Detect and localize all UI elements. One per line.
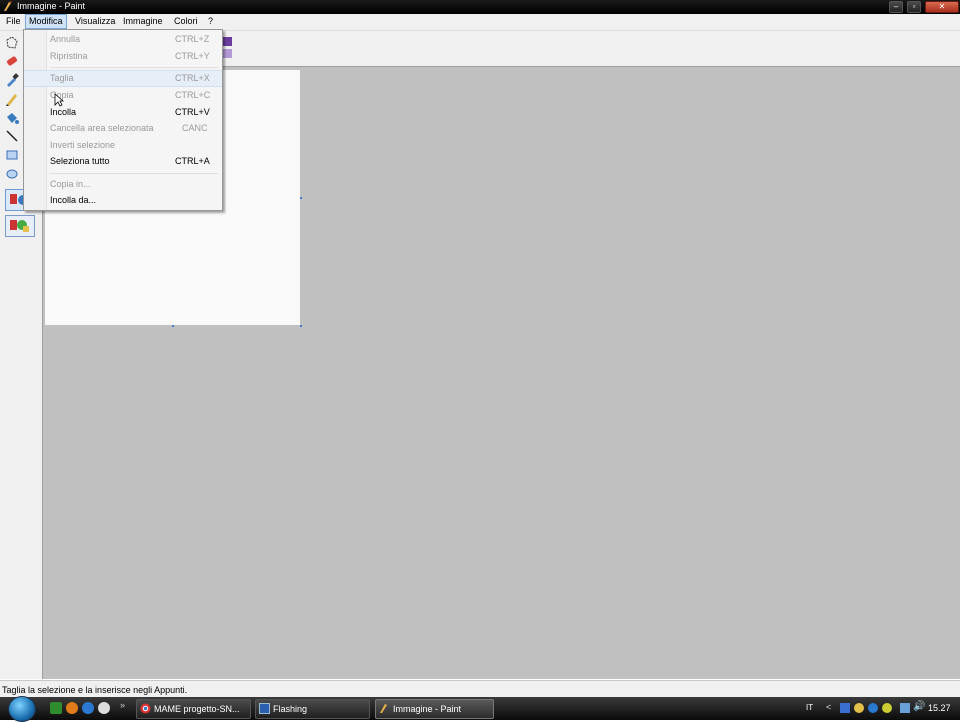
quicklaunch-firefox-icon[interactable] bbox=[66, 702, 78, 714]
paint-app-icon bbox=[4, 1, 12, 11]
window-icon bbox=[259, 703, 270, 714]
shapes-transparent-icon bbox=[10, 220, 29, 232]
menu-modifica[interactable]: Modifica bbox=[25, 14, 67, 29]
volume-icon[interactable]: 🔊 bbox=[913, 701, 925, 712]
menu-file[interactable]: File bbox=[3, 15, 24, 28]
status-text: Taglia la selezione e la inserisce negli… bbox=[2, 685, 188, 695]
menu-item-shortcut: CTRL+V bbox=[175, 107, 210, 117]
palette-color-lavender[interactable] bbox=[222, 49, 232, 58]
taskbar-item-flashing[interactable]: Flashing bbox=[255, 699, 370, 719]
mouse-cursor-icon bbox=[54, 93, 64, 107]
menu-item-seleziona-tutto[interactable]: Seleziona tutto CTRL+A bbox=[24, 154, 222, 169]
menu-item-label: Seleziona tutto bbox=[50, 156, 110, 166]
quicklaunch-ie-icon[interactable] bbox=[82, 702, 94, 714]
taskbar-item-label: MAME progetto-SN... bbox=[154, 704, 240, 714]
title-bar: Immagine - Paint – ▫ ✕ bbox=[0, 0, 960, 14]
color-palette bbox=[222, 31, 960, 67]
menu-item-incolla[interactable]: Incolla CTRL+V bbox=[24, 105, 222, 120]
free-select-icon[interactable] bbox=[4, 35, 20, 51]
language-indicator[interactable]: IT bbox=[806, 703, 813, 712]
menu-item-incolla-da[interactable]: Incolla da... bbox=[24, 193, 222, 208]
palette-color-purple[interactable] bbox=[222, 37, 232, 46]
quicklaunch-more-icon[interactable]: » bbox=[120, 700, 125, 710]
taskbar: » MAME progetto-SN... Flashing Immagine … bbox=[0, 696, 960, 722]
tray-connection-icon[interactable] bbox=[900, 703, 910, 713]
tray-network-icon[interactable] bbox=[868, 703, 878, 713]
tray-update-icon[interactable] bbox=[854, 703, 864, 713]
taskbar-item-paint[interactable]: Immagine - Paint bbox=[375, 699, 494, 719]
menu-item-shortcut: CTRL+Y bbox=[175, 51, 210, 61]
menu-item-label: Taglia bbox=[50, 73, 74, 83]
tray-antivirus-icon[interactable] bbox=[882, 703, 892, 713]
maximize-button[interactable]: ▫ bbox=[907, 1, 921, 13]
menu-visualizza[interactable]: Visualizza bbox=[72, 15, 118, 28]
menu-separator bbox=[50, 173, 218, 174]
system-tray: IT < 🔊 15.27 bbox=[800, 697, 960, 720]
modifica-dropdown-menu: Annulla CTRL+Z Ripristina CTRL+Y Taglia … bbox=[23, 29, 223, 211]
minimize-button[interactable]: – bbox=[889, 1, 903, 13]
menu-item-shortcut: CTRL+Z bbox=[175, 34, 210, 44]
taskbar-item-chrome[interactable]: MAME progetto-SN... bbox=[136, 699, 251, 719]
quicklaunch-media-icon[interactable] bbox=[98, 702, 110, 714]
start-button[interactable] bbox=[8, 696, 36, 722]
chrome-icon bbox=[140, 703, 151, 714]
menu-item-label: Ripristina bbox=[50, 51, 88, 61]
color-picker-icon[interactable] bbox=[4, 72, 20, 88]
close-button[interactable]: ✕ bbox=[925, 1, 959, 13]
menu-separator bbox=[50, 67, 218, 68]
clock[interactable]: 15.27 bbox=[928, 703, 951, 713]
ellipse-tool-icon[interactable] bbox=[4, 166, 20, 182]
menu-item-label: Cancella area selezionata bbox=[50, 123, 154, 133]
menu-item-shortcut: CTRL+A bbox=[175, 156, 210, 166]
menu-item-shortcut: CTRL+C bbox=[175, 90, 211, 100]
menu-item-shortcut: CTRL+X bbox=[175, 73, 210, 83]
resize-handle-bottom[interactable] bbox=[172, 325, 174, 327]
resize-handle-right[interactable] bbox=[300, 197, 302, 199]
taskbar-item-label: Immagine - Paint bbox=[393, 704, 462, 714]
taskbar-item-label: Flashing bbox=[273, 704, 308, 714]
menu-item-copia-in[interactable]: Copia in... bbox=[24, 177, 222, 192]
quicklaunch-green-icon[interactable] bbox=[50, 702, 62, 714]
menu-colori[interactable]: Colori bbox=[171, 15, 201, 28]
rectangle-tool-icon[interactable] bbox=[4, 147, 20, 163]
line-tool-icon[interactable] bbox=[4, 128, 20, 144]
eraser-icon[interactable] bbox=[4, 53, 20, 69]
window-title: Immagine - Paint bbox=[17, 1, 86, 11]
menu-item-label: Copia in... bbox=[50, 179, 91, 189]
menu-item-inverti-selezione[interactable]: Inverti selezione bbox=[24, 138, 222, 153]
menu-help[interactable]: ? bbox=[205, 15, 216, 28]
status-bar: Taglia la selezione e la inserisce negli… bbox=[0, 680, 960, 698]
pencil-icon[interactable] bbox=[4, 91, 20, 107]
menu-item-shortcut: CANC bbox=[182, 123, 208, 133]
fill-bucket-icon[interactable] bbox=[4, 110, 20, 126]
tray-app-icon[interactable] bbox=[840, 703, 850, 713]
menu-item-label: Annulla bbox=[50, 34, 81, 44]
resize-handle-corner[interactable] bbox=[300, 325, 302, 327]
menu-immagine[interactable]: Immagine bbox=[120, 15, 166, 28]
tray-expand-icon[interactable]: < bbox=[826, 702, 831, 712]
menu-item-annulla[interactable]: Annulla CTRL+Z bbox=[24, 32, 222, 47]
menu-item-ripristina[interactable]: Ripristina CTRL+Y bbox=[24, 49, 222, 64]
menu-item-cancella-area[interactable]: Cancella area selezionata CANC bbox=[24, 121, 222, 136]
menu-item-label: Incolla bbox=[50, 107, 77, 117]
paint-icon bbox=[380, 704, 387, 713]
menu-item-label: Incolla da... bbox=[50, 195, 97, 205]
menu-item-taglia[interactable]: Taglia CTRL+X bbox=[24, 70, 222, 87]
tool-option-transparent[interactable] bbox=[5, 215, 35, 237]
menu-item-label: Inverti selezione bbox=[50, 140, 116, 150]
